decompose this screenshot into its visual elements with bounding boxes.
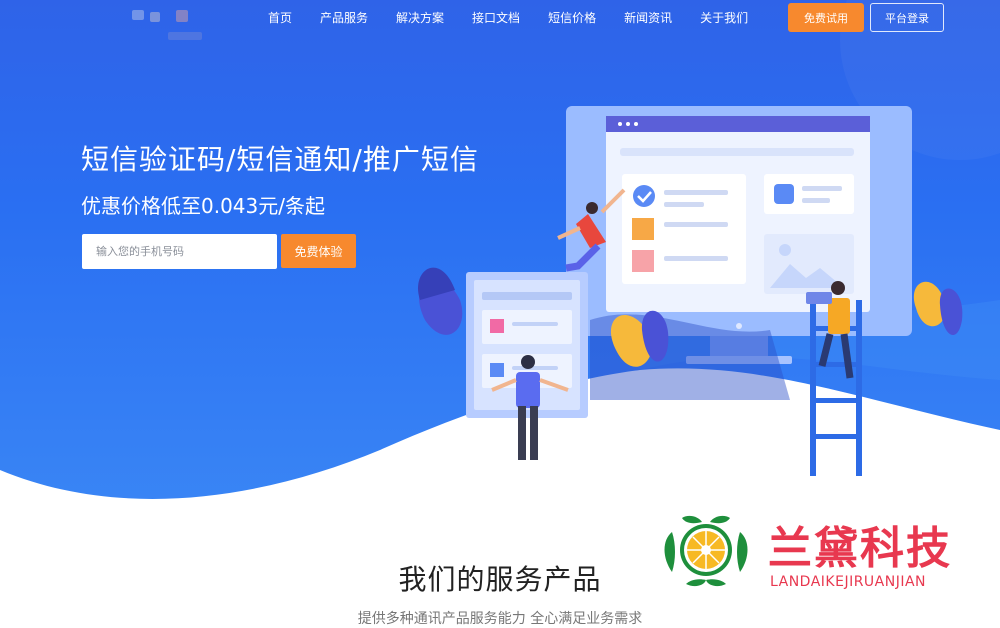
nav-item-news[interactable]: 新闻资讯 <box>624 9 672 26</box>
hero-illustration <box>418 106 963 476</box>
nav-item-products[interactable]: 产品服务 <box>320 9 368 26</box>
free-experience-button[interactable]: 免费体验 <box>281 234 356 268</box>
nav-item-solutions[interactable]: 解决方案 <box>396 9 444 26</box>
nav-item-api-docs[interactable]: 接口文档 <box>472 9 520 26</box>
hero-banner: 首页 产品服务 解决方案 接口文档 短信价格 新闻资讯 关于我们 免费试用 平台… <box>0 0 1000 520</box>
phone-number-input[interactable] <box>82 234 277 269</box>
platform-login-button[interactable]: 平台登录 <box>870 3 944 32</box>
watermark-brand-name: 兰黛科技 <box>768 523 952 574</box>
hero-price-subline: 优惠价格低至0.043元/条起 <box>81 194 325 218</box>
section-subtitle: 提供多种通讯产品服务能力 全心满足业务需求 <box>357 611 643 627</box>
nav-item-home[interactable]: 首页 <box>268 9 292 26</box>
brand-logo[interactable] <box>128 8 208 42</box>
free-trial-button[interactable]: 免费试用 <box>788 3 864 32</box>
main-nav: 首页 产品服务 解决方案 接口文档 短信价格 新闻资讯 关于我们 <box>258 0 768 34</box>
watermark-brand-pinyin: LANDAIKEJIRUANJIAN <box>770 574 927 590</box>
nav-item-about[interactable]: 关于我们 <box>700 9 748 26</box>
nav-item-sms-pricing[interactable]: 短信价格 <box>548 9 596 26</box>
watermark-logo-icon <box>664 515 748 587</box>
